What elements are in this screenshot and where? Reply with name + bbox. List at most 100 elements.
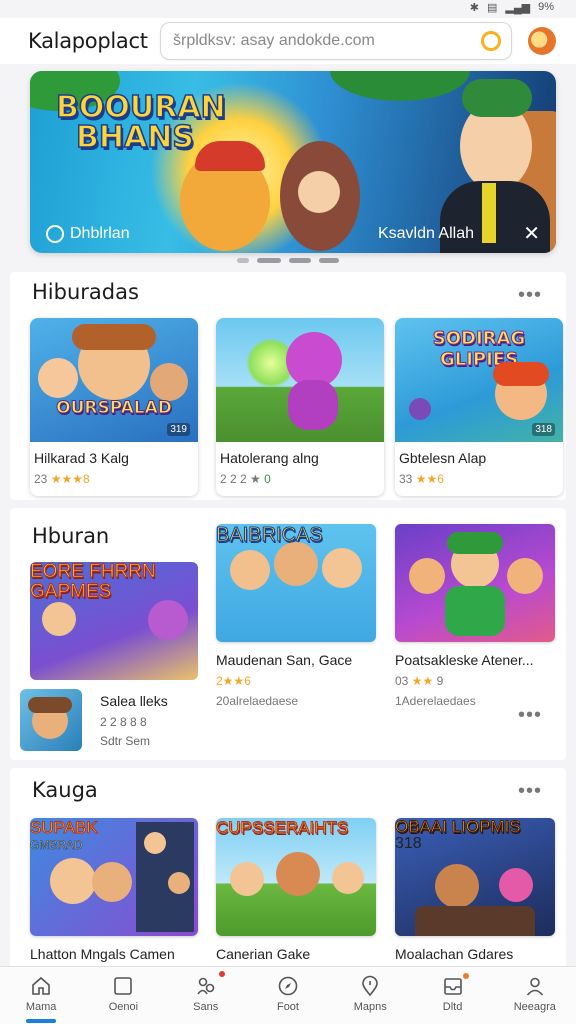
thumb-hat — [28, 697, 72, 713]
info-icon — [46, 225, 64, 243]
more-options-icon[interactable]: ••• — [518, 781, 542, 801]
banner-tie — [482, 183, 496, 243]
game-rating: 23 ★★★8 — [34, 472, 90, 486]
location-icon — [362, 975, 379, 997]
carousel-dot-active[interactable] — [257, 258, 281, 263]
game-thumbnail: CUPSSERAIHTS — [216, 818, 376, 936]
thumb-character — [230, 550, 270, 590]
banner-caption-left-text: Dhblrlan — [70, 225, 130, 242]
thumb-orb — [409, 398, 431, 420]
carousel-dot[interactable] — [237, 258, 249, 263]
more-options-icon[interactable]: ••• — [518, 705, 542, 725]
game-card[interactable]: OURSPALAD 319 Hilkarad 3 Kalg 23 ★★★8 — [30, 318, 198, 496]
game-card[interactable]: SUPABK GMBRAD Lhatton Mngals Camen — [30, 818, 198, 962]
carousel-dot[interactable] — [319, 258, 339, 263]
thumb-bear-body — [288, 380, 338, 430]
battery-level: 9% — [538, 1, 554, 13]
thumb-character — [42, 602, 76, 636]
tab-dltd[interactable]: Dltd — [411, 967, 493, 1024]
tab-neeagra[interactable]: Neeagra — [494, 967, 576, 1024]
game-rating: 33 ★★6 — [399, 472, 444, 486]
thumb-character-2 — [148, 600, 188, 640]
profile-icon — [526, 977, 543, 996]
thumb-hat — [447, 532, 503, 554]
people-icon — [197, 977, 215, 995]
vibrate-icon: ▤ — [486, 1, 498, 14]
thumb-logo: EORE FHRRN GAPMES — [30, 562, 156, 602]
more-options-icon[interactable]: ••• — [518, 285, 542, 305]
search-field[interactable]: šrpldksv: asay andokde.com — [160, 22, 512, 60]
game-card[interactable]: Hatolerang alng 2 2 2 ★ 0 — [216, 318, 384, 496]
banner-character-hat — [195, 141, 265, 171]
carousel-dots — [0, 258, 576, 263]
rating-count: 2 2 2 ★ — [220, 472, 261, 486]
rating-extra: 0 — [264, 472, 271, 486]
game-thumbnail: BAIBRICAS — [216, 524, 376, 642]
thumb-character-3 — [322, 548, 362, 588]
tab-label: Sans — [193, 1001, 219, 1013]
section-hiburadas: Hiburadas ••• OURSPALAD 319 Hilkarad 3 K… — [10, 272, 566, 500]
banner-palm-right — [330, 71, 470, 101]
tab-label: Foot — [276, 1001, 299, 1013]
featured-thumbnail[interactable]: EORE FHRRN GAPMES — [30, 562, 198, 680]
thumb-character-2 — [274, 542, 318, 586]
game-card[interactable]: CUPSSERAIHTS Canerian Gake — [216, 818, 376, 962]
game-thumbnail — [395, 524, 555, 642]
thumb-character-2 — [92, 862, 132, 902]
hero-banner[interactable]: BOOURAN BHANS Dhblrlan Ksavldn Allah ✕ — [30, 71, 556, 253]
thumb-character-2 — [409, 558, 445, 594]
signal-icon: ▂▄▆ — [505, 1, 531, 14]
small-game-thumbnail — [20, 689, 82, 751]
thumb-tag: 318 — [395, 835, 422, 852]
rating-stars: ★★ — [411, 674, 434, 688]
tab-label: Oenoi — [108, 1001, 139, 1013]
close-icon[interactable]: ✕ — [523, 224, 540, 244]
top-bar: Kalapoplact šrpldksv: asay andokde.com — [0, 18, 576, 64]
game-card[interactable]: SODIRAG GLIPIES 318 Gbtelesn Alap 33 ★★6 — [395, 318, 563, 496]
home-icon — [32, 976, 50, 995]
tab-home[interactable]: Mama — [0, 967, 82, 1024]
profile-avatar[interactable] — [528, 27, 556, 55]
section-kauga: Kauga ••• SUPABK GMBRAD Lhatton Mngals C… — [10, 768, 566, 968]
notification-dot — [218, 971, 225, 977]
search-input[interactable]: šrpldksv: asay andokde.com — [173, 32, 481, 50]
game-thumbnail — [216, 318, 384, 442]
game-title: Hatolerang alng — [220, 450, 319, 466]
game-rating: 2 2 2 ★ 0 — [220, 472, 271, 486]
rating-count: 03 — [395, 674, 409, 688]
thumb-character — [435, 864, 479, 908]
carousel-dot[interactable] — [289, 258, 311, 263]
tab-mapns[interactable]: Mapns — [329, 967, 411, 1024]
section-hburan: Hburan ••• EORE FHRRN GAPMES BAIBRICAS M… — [10, 508, 566, 760]
game-title: Canerian Gake — [216, 946, 311, 962]
app-brand: Kalapoplact — [28, 29, 148, 53]
thumb-tag: 318 — [532, 423, 555, 436]
tab-foot[interactable]: Foot — [247, 967, 329, 1024]
thumb-hat — [72, 324, 156, 350]
square-icon — [114, 977, 133, 995]
game-card[interactable]: Poatsakleske Atener... 03 ★★ 9 1Aderelae… — [395, 524, 555, 708]
game-thumbnail: OURSPALAD 319 — [30, 318, 198, 442]
small-game-title: Salea lleks — [100, 693, 168, 709]
game-card[interactable]: BAIBRICAS Maudenan San, Gace 2★★6 20alre… — [216, 524, 376, 708]
section-title: Hiburadas — [32, 280, 139, 304]
search-icon[interactable] — [481, 31, 501, 51]
thumb-body — [445, 586, 505, 636]
small-game-meta: 2 2 8 8 8 — [100, 715, 147, 729]
tab-label: Neeagra — [513, 1001, 556, 1013]
thumb-hair — [493, 362, 549, 386]
thumb-character-2 — [499, 868, 533, 902]
thumb-face — [144, 832, 166, 854]
game-thumbnail: SODIRAG GLIPIES 318 — [395, 318, 563, 442]
tab-oenoi[interactable]: Oenoi — [82, 967, 164, 1024]
compass-icon — [278, 976, 298, 996]
game-card[interactable]: OBAAI LIOPMIS 318 Moalachan Gdares — [395, 818, 555, 962]
app-screen: ✱ ▤ ▂▄▆ 9% Kalapoplact šrpldksv: asay an… — [0, 0, 576, 1024]
tab-sans[interactable]: Sans — [165, 967, 247, 1024]
rating-count: 23 — [34, 472, 48, 486]
tab-label: Mapns — [353, 1001, 387, 1013]
banner-caption-left: Dhblrlan — [46, 225, 130, 243]
rating-stars: ★★ — [415, 472, 438, 486]
rating-stars: ★★★ — [50, 472, 83, 486]
small-game-meta-2: Sdtr Sem — [100, 734, 151, 748]
